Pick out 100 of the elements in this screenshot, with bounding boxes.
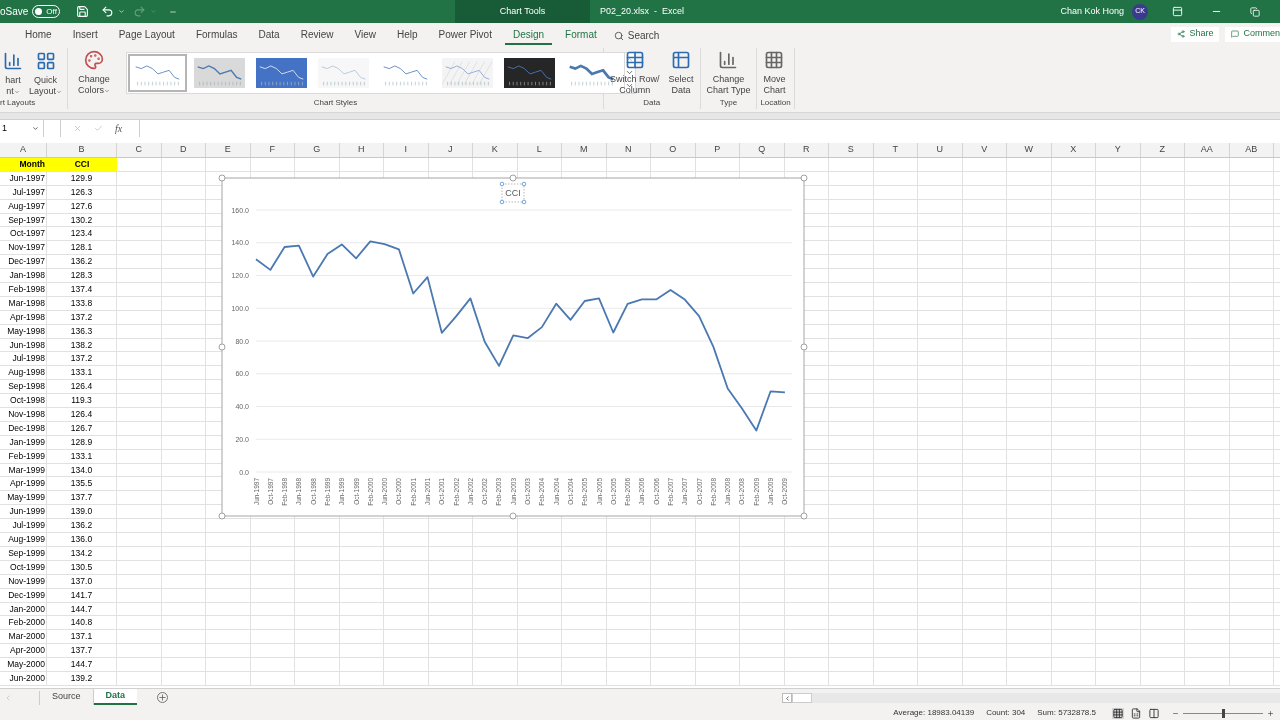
insert-function-button[interactable]: fx bbox=[115, 121, 123, 136]
ribbon-tab[interactable]: Formulas bbox=[187, 26, 246, 45]
undo-icon[interactable] bbox=[100, 5, 114, 18]
ribbon-display-icon[interactable] bbox=[1172, 6, 1183, 17]
column-header[interactable]: L bbox=[517, 143, 562, 157]
zoom-in-icon[interactable] bbox=[1267, 709, 1274, 717]
select-data-button[interactable]: Select Data bbox=[665, 50, 697, 97]
zoom-thumb[interactable] bbox=[1221, 708, 1225, 718]
chart-title-selection[interactable] bbox=[499, 181, 527, 205]
contextual-tab-header: Chart Tools bbox=[455, 0, 590, 23]
add-sheet-icon[interactable] bbox=[157, 692, 169, 703]
caret-icon bbox=[13, 88, 20, 95]
switch-row-column-button[interactable]: Switch Row/ Column bbox=[607, 50, 663, 97]
table-cell: Aug-1997 bbox=[0, 199, 47, 213]
table-cell: 123.4 bbox=[47, 227, 117, 241]
column-header[interactable]: W bbox=[1007, 143, 1052, 157]
table-cell: 138.2 bbox=[47, 338, 117, 352]
resize-handle[interactable] bbox=[509, 174, 517, 182]
column-header[interactable]: E bbox=[206, 143, 251, 157]
column-header[interactable]: AB bbox=[1229, 143, 1274, 157]
scroll-left-icon[interactable] bbox=[783, 694, 791, 702]
column-header[interactable]: S bbox=[829, 143, 874, 157]
chart-area[interactable] bbox=[221, 177, 805, 517]
column-header[interactable]: T bbox=[873, 143, 918, 157]
table-cell: 137.1 bbox=[47, 630, 117, 644]
column-header[interactable]: Z bbox=[1140, 143, 1185, 157]
resize-handle[interactable] bbox=[218, 343, 226, 351]
column-header[interactable]: U bbox=[918, 143, 963, 157]
resize-handle[interactable] bbox=[800, 343, 808, 351]
column-header[interactable]: X bbox=[1051, 143, 1096, 157]
sheet-tab[interactable]: Data bbox=[93, 689, 138, 705]
ribbon-tab[interactable]: Insert bbox=[64, 26, 106, 45]
chart-style-thumbnail[interactable] bbox=[128, 54, 188, 92]
column-header[interactable]: P bbox=[695, 143, 740, 157]
table-cell: Nov-1997 bbox=[0, 241, 47, 255]
column-header[interactable]: V bbox=[962, 143, 1007, 157]
save-icon[interactable] bbox=[75, 5, 89, 18]
ribbon-tab[interactable]: Page Layout bbox=[110, 26, 183, 45]
change-chart-type-button[interactable]: Change Chart Type bbox=[703, 50, 754, 97]
move-chart-button[interactable]: Move Chart bbox=[760, 50, 789, 97]
table-cell: 134.2 bbox=[47, 546, 117, 560]
table-cell: Nov-1998 bbox=[0, 408, 47, 421]
resize-handle[interactable] bbox=[509, 512, 517, 520]
column-header[interactable]: C bbox=[117, 143, 162, 157]
table-cell: 126.4 bbox=[47, 380, 117, 394]
chart-element-button[interactable]: hart nt bbox=[0, 51, 26, 97]
scrollbar-thumb[interactable] bbox=[792, 693, 812, 703]
resize-handle[interactable] bbox=[218, 174, 226, 182]
column-header[interactable]: N bbox=[606, 143, 651, 157]
quick-layout-button[interactable]: Quick Layout bbox=[26, 51, 66, 97]
ribbon-tab[interactable]: Format bbox=[557, 26, 605, 45]
column-header[interactable]: AA bbox=[1185, 143, 1230, 157]
column-header[interactable]: B bbox=[47, 143, 117, 157]
horizontal-scrollbar[interactable] bbox=[782, 693, 1280, 703]
ribbon-tab[interactable]: View bbox=[346, 26, 384, 45]
table-header-cell: Month bbox=[0, 158, 47, 171]
share-button[interactable]: Share bbox=[1171, 26, 1220, 42]
column-header[interactable]: G bbox=[295, 143, 340, 157]
column-header[interactable]: H bbox=[339, 143, 384, 157]
table-cell: Oct-1998 bbox=[0, 394, 47, 408]
column-header[interactable]: K bbox=[473, 143, 518, 157]
column-header[interactable]: F bbox=[250, 143, 295, 157]
status-sum: Sum: 5732878.5 bbox=[1037, 707, 1096, 719]
ribbon-tab[interactable]: Help bbox=[389, 26, 426, 45]
column-header[interactable]: Q bbox=[740, 143, 785, 157]
table-cell: 133.8 bbox=[47, 296, 117, 310]
comments-button[interactable]: Commen bbox=[1225, 26, 1280, 42]
column-header[interactable]: Y bbox=[1096, 143, 1141, 157]
ribbon-tab[interactable]: Review bbox=[292, 26, 342, 45]
table-cell: 137.2 bbox=[47, 352, 117, 366]
resize-handle[interactable] bbox=[800, 512, 808, 520]
resize-handle[interactable] bbox=[800, 174, 808, 182]
resize-handle[interactable] bbox=[218, 512, 226, 520]
page-icon[interactable] bbox=[1130, 707, 1142, 719]
caret-icon bbox=[104, 87, 111, 94]
table-cell: Dec-1998 bbox=[0, 421, 47, 435]
table-cell: Jun-1998 bbox=[0, 338, 47, 352]
table-cell: 140.8 bbox=[47, 616, 117, 630]
table-cell: Apr-1998 bbox=[0, 310, 47, 324]
column-header[interactable]: A bbox=[0, 143, 47, 157]
column-header[interactable]: J bbox=[428, 143, 473, 157]
table-cell: 133.1 bbox=[47, 366, 117, 380]
caret-icon[interactable] bbox=[117, 8, 125, 15]
columns-icon[interactable] bbox=[1148, 707, 1160, 719]
column-header[interactable]: D bbox=[161, 143, 206, 157]
ribbon-tab[interactable]: Home bbox=[17, 26, 60, 45]
change-colors-button[interactable]: Change Colors bbox=[76, 50, 113, 96]
ribbon-tab[interactable]: Power Pivot bbox=[430, 26, 500, 45]
sheet-tab[interactable]: Source bbox=[40, 689, 94, 705]
column-header[interactable]: I bbox=[384, 143, 429, 157]
column-header[interactable]: O bbox=[651, 143, 696, 157]
column-header[interactable]: M bbox=[562, 143, 607, 157]
column-header[interactable]: R bbox=[784, 143, 829, 157]
search-field[interactable]: Search bbox=[613, 26, 660, 45]
table-cell: Feb-1998 bbox=[0, 283, 47, 296]
ribbon-tab[interactable]: Data bbox=[250, 26, 288, 45]
restore-icon[interactable] bbox=[1250, 6, 1260, 17]
grid-icon[interactable] bbox=[1112, 707, 1124, 719]
table-cell: 126.7 bbox=[47, 421, 117, 435]
comment-icon bbox=[1231, 30, 1240, 38]
